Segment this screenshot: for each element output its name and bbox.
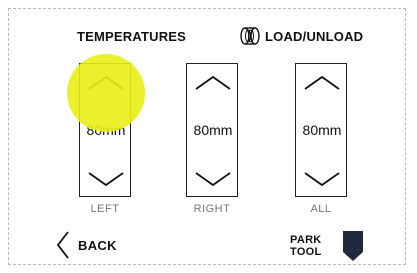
right-decrease-chevron-down-icon[interactable] xyxy=(194,171,232,187)
park-label-line1: PARK xyxy=(290,234,322,246)
right-increase-chevron-up-icon[interactable] xyxy=(194,75,232,91)
all-label: ALL xyxy=(310,203,332,215)
back-label: BACK xyxy=(78,237,117,253)
park-tool-icon xyxy=(343,231,363,261)
tab-load-unload-label: LOAD/UNLOAD xyxy=(265,28,364,44)
back-button[interactable]: BACK xyxy=(56,230,117,260)
chevron-left-icon xyxy=(56,231,69,259)
park-label-line2: TOOL xyxy=(290,246,322,258)
all-increase-chevron-up-icon[interactable] xyxy=(303,75,341,91)
left-label: LEFT xyxy=(90,203,120,215)
all-column: 80mm xyxy=(295,63,347,197)
filament-spool-icon xyxy=(240,27,260,45)
tab-load-unload[interactable]: LOAD/UNLOAD xyxy=(239,25,363,47)
park-tool-label: PARK TOOL xyxy=(290,234,330,258)
all-decrease-chevron-down-icon[interactable] xyxy=(303,171,341,187)
all-value: 80mm xyxy=(302,122,342,138)
right-column: 80mm xyxy=(186,63,238,197)
park-tool-button[interactable]: PARK TOOL xyxy=(290,230,364,262)
right-label: RIGHT xyxy=(193,203,231,215)
tab-temperatures[interactable]: TEMPERATURES xyxy=(77,29,186,44)
left-decrease-chevron-down-icon[interactable] xyxy=(87,171,125,187)
touch-highlight xyxy=(67,54,145,132)
right-value: 80mm xyxy=(193,122,233,138)
